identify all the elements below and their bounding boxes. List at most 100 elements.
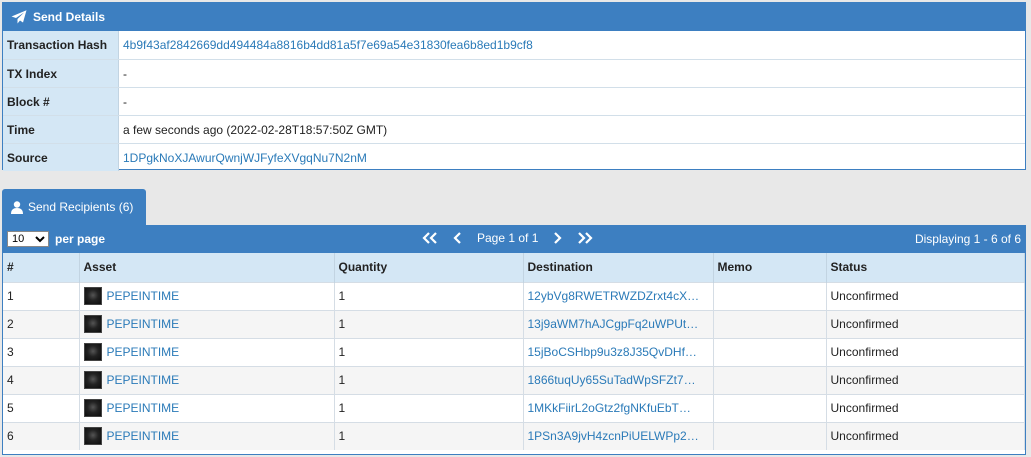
asset-thumbnail — [83, 315, 102, 333]
status-cell: Unconfirmed — [826, 365, 1025, 394]
detail-label: Time — [3, 116, 119, 143]
detail-label: Block # — [3, 88, 119, 115]
destination-cell: 1MKkFiirL2oGtz2fgNKfuEbT… — [523, 393, 714, 422]
first-page-button[interactable] — [419, 232, 441, 244]
row-number: 1 — [3, 281, 80, 310]
row-number: 2 — [3, 309, 80, 338]
send-details-header: Send Details — [3, 3, 1025, 31]
status-cell: Unconfirmed — [826, 281, 1025, 310]
quantity-cell: 1 — [334, 393, 524, 422]
send-details-title: Send Details — [33, 10, 106, 24]
destination-cell: 12ybVg8RWETRWZDZrxt4cX… — [523, 281, 714, 310]
detail-value-link[interactable]: 1DPgkNoXJAwurQwnjWJFyfeXVgqNu7N2nM — [123, 151, 367, 165]
memo-cell — [713, 393, 827, 422]
user-icon — [11, 200, 23, 214]
memo-cell — [713, 281, 827, 310]
tab-send-recipients-label: Send Recipients (6) — [28, 200, 134, 214]
memo-cell — [713, 365, 827, 394]
per-page-label: per page — [55, 232, 106, 246]
detail-label: TX Index — [3, 60, 119, 87]
next-page-button[interactable] — [546, 232, 568, 244]
page-indicator: Page 1 of 1 — [477, 231, 539, 245]
pager: Page 1 of 1 — [419, 231, 596, 245]
chevron-left-icon — [453, 232, 461, 244]
detail-row: Block # - — [3, 87, 1025, 115]
destination-link[interactable]: 12ybVg8RWETRWZDZrxt4cX… — [528, 289, 700, 303]
column-header[interactable]: Quantity — [334, 253, 524, 282]
asset-link[interactable]: PEPEINTIME — [107, 289, 180, 303]
asset-link[interactable]: PEPEINTIME — [107, 373, 180, 387]
asset-cell: PEPEINTIME — [79, 337, 335, 366]
quantity-cell: 1 — [334, 421, 524, 450]
memo-cell — [713, 421, 827, 450]
asset-cell: PEPEINTIME — [79, 393, 335, 422]
destination-cell: 15jBoCSHbp9u3z8J35QvDHf… — [523, 337, 714, 366]
detail-row: Time a few seconds ago (2022-02-28T18:57:… — [3, 115, 1025, 143]
column-header[interactable]: Asset — [79, 253, 335, 282]
double-chevron-right-icon — [578, 232, 593, 244]
detail-value: 4b9f43af2842669dd494484a8816b4dd81a5f7e6… — [119, 31, 1025, 59]
asset-thumbnail — [83, 371, 102, 389]
row-number: 6 — [3, 421, 80, 450]
destination-cell: 13j9aWM7hAJCgpFq2uWPUt… — [523, 309, 714, 338]
destination-cell: 1866tuqUy65SuTadWpSFZt7… — [523, 365, 714, 394]
asset-thumbnail — [83, 287, 102, 305]
table-row: 2 PEPEINTIME 1 13j9aWM7hAJCgpFq2uWPUt… Uncon… — [3, 309, 1025, 338]
asset-link[interactable]: PEPEINTIME — [107, 345, 180, 359]
last-page-button[interactable] — [574, 232, 596, 244]
per-page-select[interactable]: 10 — [7, 231, 49, 247]
destination-cell: 1PSn3A9jvH4zcnPiUELWPp2… — [523, 421, 714, 450]
memo-cell — [713, 309, 827, 338]
send-recipients-panel: 10 per page Page 1 of 1 Displaying 1 - 6… — [2, 225, 1026, 455]
detail-value-text: a few seconds ago (2022-02-28T18:57:50Z … — [123, 122, 388, 137]
asset-thumbnail — [83, 343, 102, 361]
destination-link[interactable]: 1PSn3A9jvH4zcnPiUELWPp2… — [528, 429, 699, 443]
table-row: 4 PEPEINTIME 1 1866tuqUy65SuTadWpSFZt7… Unco… — [3, 365, 1025, 394]
detail-value: - — [119, 88, 1025, 115]
memo-cell — [713, 337, 827, 366]
displaying-count: Displaying 1 - 6 of 6 — [914, 232, 1021, 246]
destination-link[interactable]: 15jBoCSHbp9u3z8J35QvDHf… — [528, 345, 697, 359]
column-header[interactable]: # — [3, 253, 80, 282]
chevron-right-icon — [554, 232, 562, 244]
destination-link[interactable]: 13j9aWM7hAJCgpFq2uWPUt… — [528, 317, 699, 331]
paper-plane-icon — [11, 10, 27, 24]
detail-value-link[interactable]: 4b9f43af2842669dd494484a8816b4dd81a5f7e6… — [123, 38, 533, 52]
table-row: 3 PEPEINTIME 1 15jBoCSHbp9u3z8J35QvDHf… Unco… — [3, 337, 1025, 366]
column-header[interactable]: Destination — [523, 253, 714, 282]
status-cell: Unconfirmed — [826, 309, 1025, 338]
asset-cell: PEPEINTIME — [79, 309, 335, 338]
detail-value: 1DPgkNoXJAwurQwnjWJFyfeXVgqNu7N2nM — [119, 144, 1025, 171]
destination-link[interactable]: 1MKkFiirL2oGtz2fgNKfuEbT… — [528, 401, 691, 415]
row-number: 4 — [3, 365, 80, 394]
asset-thumbnail — [83, 427, 102, 446]
quantity-cell: 1 — [334, 337, 524, 366]
row-number: 3 — [3, 337, 80, 366]
table-row: 1 PEPEINTIME 1 12ybVg8RWETRWZDZrxt4cX… Uncon… — [3, 281, 1025, 310]
column-header[interactable]: Status — [826, 253, 1025, 282]
asset-cell: PEPEINTIME — [79, 421, 335, 450]
asset-link[interactable]: PEPEINTIME — [107, 317, 180, 331]
prev-page-button[interactable] — [447, 232, 469, 244]
tab-send-recipients[interactable]: Send Recipients (6) — [2, 189, 146, 225]
asset-link[interactable]: PEPEINTIME — [107, 401, 180, 415]
quantity-cell: 1 — [334, 365, 524, 394]
detail-value: - — [119, 60, 1025, 87]
detail-row: TX Index - — [3, 59, 1025, 87]
asset-cell: PEPEINTIME — [79, 281, 335, 310]
asset-thumbnail — [83, 399, 102, 417]
status-cell: Unconfirmed — [826, 421, 1025, 450]
detail-value-text: - — [123, 94, 127, 109]
status-cell: Unconfirmed — [826, 337, 1025, 366]
column-header[interactable]: Memo — [713, 253, 827, 282]
table-row: 5 PEPEINTIME 1 1MKkFiirL2oGtz2fgNKfuEbT… Unc… — [3, 393, 1025, 422]
asset-link[interactable]: PEPEINTIME — [107, 429, 180, 443]
detail-value-text: - — [123, 66, 127, 81]
row-number: 5 — [3, 393, 80, 422]
detail-row: Source 1DPgkNoXJAwurQwnjWJFyfeXVgqNu7N2nM — [3, 143, 1025, 171]
asset-cell: PEPEINTIME — [79, 365, 335, 394]
table-row: 6 PEPEINTIME 1 1PSn3A9jvH4zcnPiUELWPp2… Unco… — [3, 421, 1025, 450]
per-page-control: 10 per page — [7, 231, 105, 247]
status-cell: Unconfirmed — [826, 393, 1025, 422]
destination-link[interactable]: 1866tuqUy65SuTadWpSFZt7… — [528, 373, 696, 387]
